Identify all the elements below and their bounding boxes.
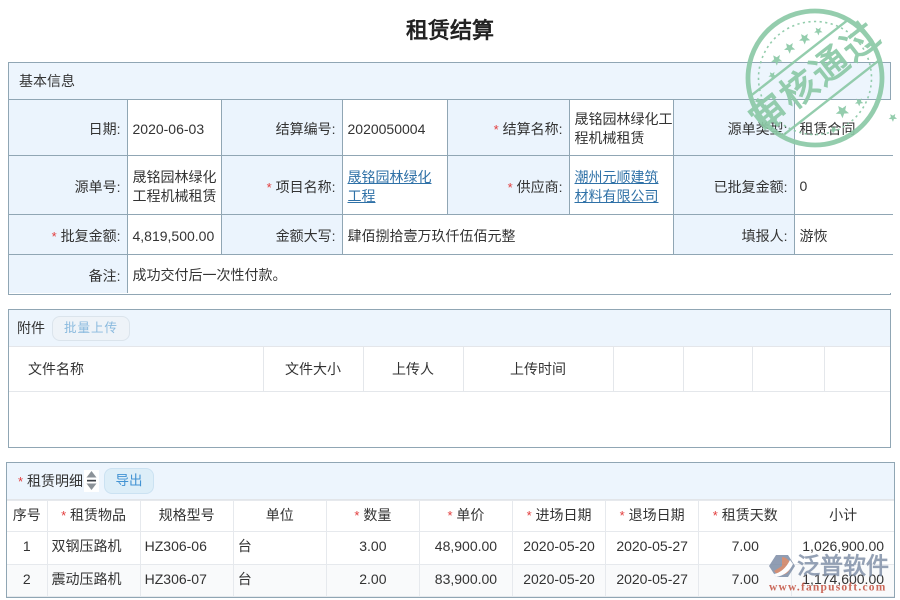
svg-text:泛普软件: 泛普软件 <box>797 553 889 579</box>
svg-text:www.fanpusoft.com: www.fanpusoft.com <box>769 582 887 594</box>
